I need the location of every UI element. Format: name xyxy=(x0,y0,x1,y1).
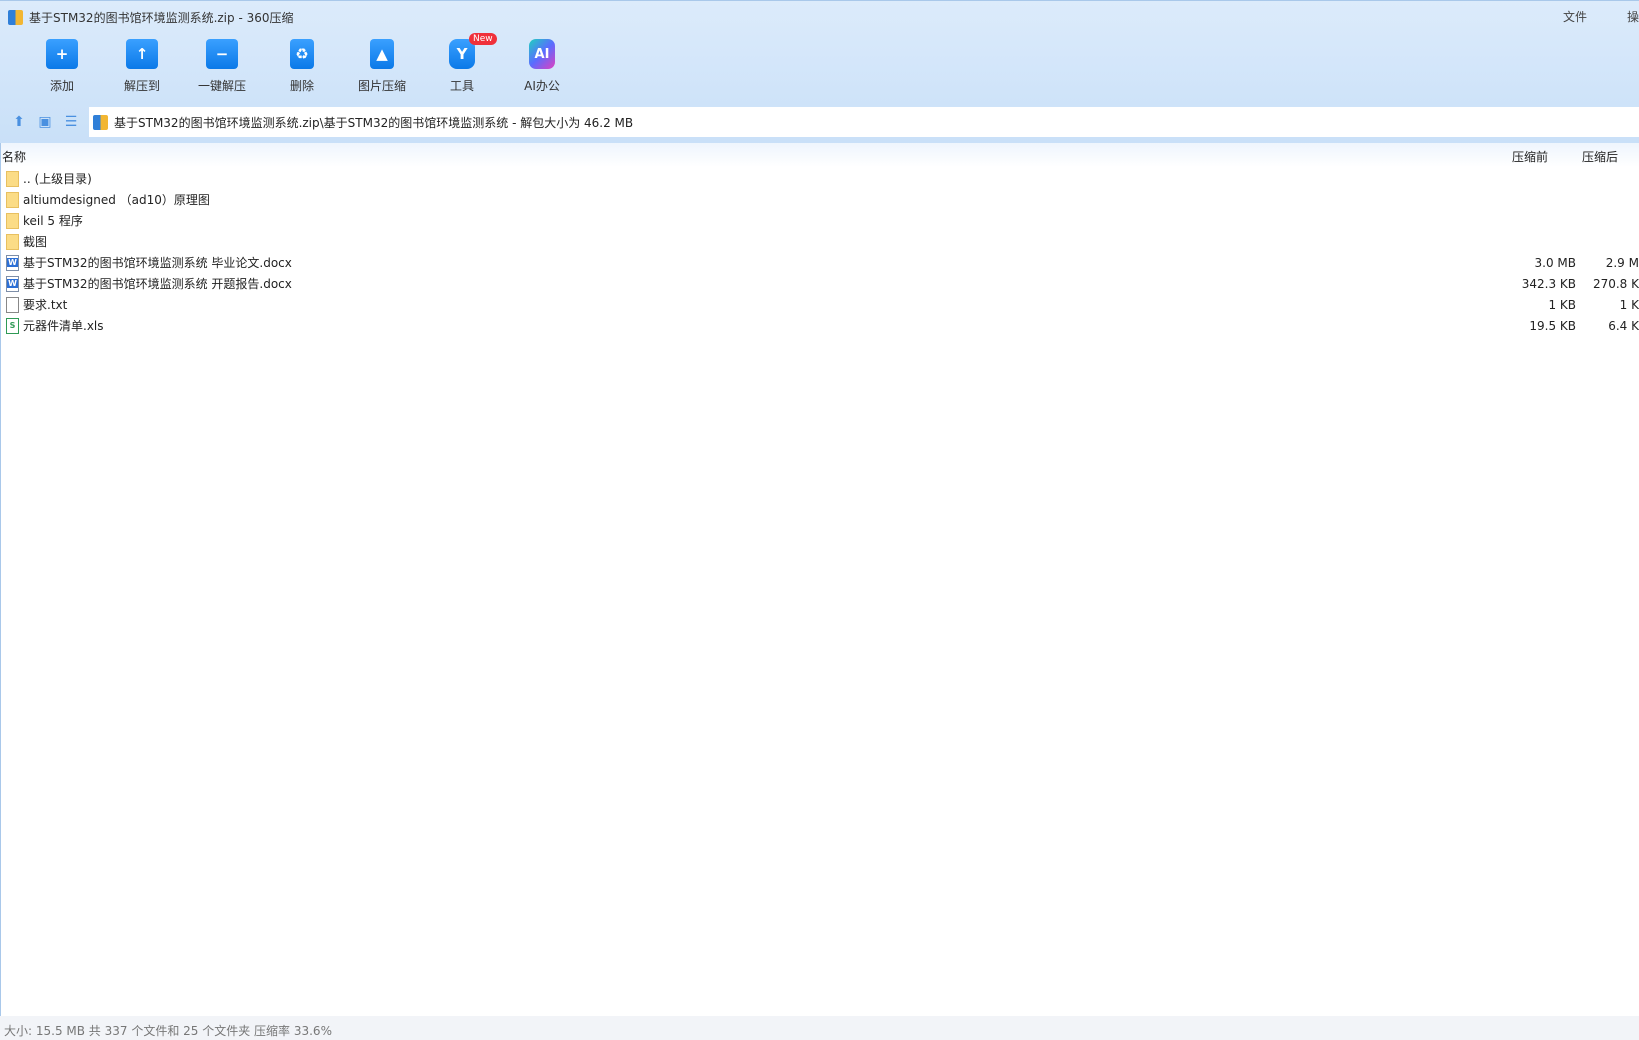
up-arrow-icon[interactable]: ⬆ xyxy=(6,114,32,130)
image-compress-label: 图片压缩 xyxy=(357,79,406,93)
folder-icon xyxy=(6,233,19,250)
extract-to-label: 解压到 xyxy=(123,79,160,93)
folder-minus-icon: − xyxy=(206,39,238,69)
menu-operate[interactable]: 操 xyxy=(1627,8,1639,25)
one-click-extract-label: 一键解压 xyxy=(197,79,246,93)
size-before: 19.5 KB xyxy=(1529,318,1576,333)
new-badge: New xyxy=(469,33,497,45)
ai-office-button[interactable]: AI AI办公 xyxy=(502,39,582,94)
window-title: 基于STM32的图书馆环境监测系统.zip - 360压缩 xyxy=(29,11,294,25)
size-after: 270.8 K xyxy=(1592,276,1639,291)
list-item[interactable]: keil 5 程序 xyxy=(0,210,1639,231)
extract-to-button[interactable]: ↑ 解压到 xyxy=(102,39,182,94)
size-after: 6.4 K xyxy=(1608,318,1639,333)
delete-button[interactable]: ♻ 删除 xyxy=(262,39,342,94)
add-button[interactable]: + 添加 xyxy=(22,39,102,94)
one-click-extract-button[interactable]: − 一键解压 xyxy=(182,39,262,94)
folder-icon xyxy=(6,212,19,229)
list-item[interactable]: 基于STM32的图书馆环境监测系统 毕业论文.docx 3.0 MB 2.9 M xyxy=(0,252,1639,273)
size-before: 3.0 MB xyxy=(1534,255,1576,270)
size-after: 2.9 M xyxy=(1605,255,1639,270)
tools-button[interactable]: Y New 工具 xyxy=(422,33,502,94)
ai-office-label: AI办公 xyxy=(524,79,560,93)
status-bar: 大小: 15.5 MB 共 337 个文件和 25 个文件夹 压缩率 33.6% xyxy=(0,1016,1639,1040)
menu-file[interactable]: 文件 xyxy=(1563,8,1587,25)
list-item[interactable]: 要求.txt 1 KB 1 K xyxy=(0,294,1639,315)
file-list: .. (上级目录) altiumdesigned （ad10）原理图 keil … xyxy=(0,168,1639,336)
add-label: 添加 xyxy=(49,79,74,93)
word-doc-icon xyxy=(6,275,19,292)
image-compress-button[interactable]: ▲ 图片压缩 xyxy=(342,39,422,94)
file-name: .. (上级目录) xyxy=(23,172,92,186)
list-item[interactable]: S 元器件清单.xls 19.5 KB 6.4 K xyxy=(0,315,1639,336)
size-before: 1 KB xyxy=(1548,297,1576,312)
toolbar-area: 基于STM32的图书馆环境监测系统.zip - 360压缩 文件 操 + 添加 ↑… xyxy=(0,0,1639,143)
file-name: keil 5 程序 xyxy=(23,214,83,228)
column-header: 名称 压缩前 压缩后 xyxy=(0,143,1639,167)
title-bar: 基于STM32的图书馆环境监测系统.zip - 360压缩 xyxy=(8,9,294,26)
spreadsheet-icon: S xyxy=(6,317,19,334)
image-file-icon: ▲ xyxy=(370,39,394,69)
column-before[interactable]: 压缩前 xyxy=(1512,148,1548,165)
folder-icon xyxy=(6,170,19,187)
extract-folder-icon: ↑ xyxy=(126,39,158,69)
thumbnail-view-icon[interactable]: ▣ xyxy=(32,114,58,130)
size-before: 342.3 KB xyxy=(1521,276,1576,291)
archive-icon xyxy=(8,10,23,25)
recycle-bin-icon: ♻ xyxy=(290,39,314,69)
delete-label: 删除 xyxy=(289,79,314,93)
list-item[interactable]: altiumdesigned （ad10）原理图 xyxy=(0,189,1639,210)
size-after: 1 K xyxy=(1619,297,1639,312)
column-name[interactable]: 名称 xyxy=(2,148,26,165)
ai-icon: AI xyxy=(529,39,555,69)
file-name: 截图 xyxy=(23,235,48,249)
archive-icon xyxy=(93,114,108,130)
list-item[interactable]: 截图 xyxy=(0,231,1639,252)
list-view-icon[interactable]: ☰ xyxy=(58,114,84,130)
file-name: 基于STM32的图书馆环境监测系统 毕业论文.docx xyxy=(23,256,292,270)
address-path: 基于STM32的图书馆环境监测系统.zip\基于STM32的图书馆环境监测系统 … xyxy=(114,115,634,130)
menu-bar: 文件 操 xyxy=(1563,8,1639,25)
column-after[interactable]: 压缩后 xyxy=(1582,148,1618,165)
folder-icon xyxy=(6,191,19,208)
file-name: 元器件清单.xls xyxy=(23,319,104,333)
file-name: altiumdesigned （ad10）原理图 xyxy=(23,193,210,207)
list-item[interactable]: .. (上级目录) xyxy=(0,168,1639,189)
tools-label: 工具 xyxy=(449,79,474,93)
list-item[interactable]: 基于STM32的图书馆环境监测系统 开题报告.docx 342.3 KB 270.8… xyxy=(0,273,1639,294)
add-icon: + xyxy=(46,39,78,69)
file-name: 要求.txt xyxy=(23,298,68,312)
text-file-icon xyxy=(6,296,19,313)
address-bar[interactable]: 基于STM32的图书馆环境监测系统.zip\基于STM32的图书馆环境监测系统 … xyxy=(89,107,1639,137)
file-name: 基于STM32的图书馆环境监测系统 开题报告.docx xyxy=(23,277,292,291)
word-doc-icon xyxy=(6,254,19,271)
